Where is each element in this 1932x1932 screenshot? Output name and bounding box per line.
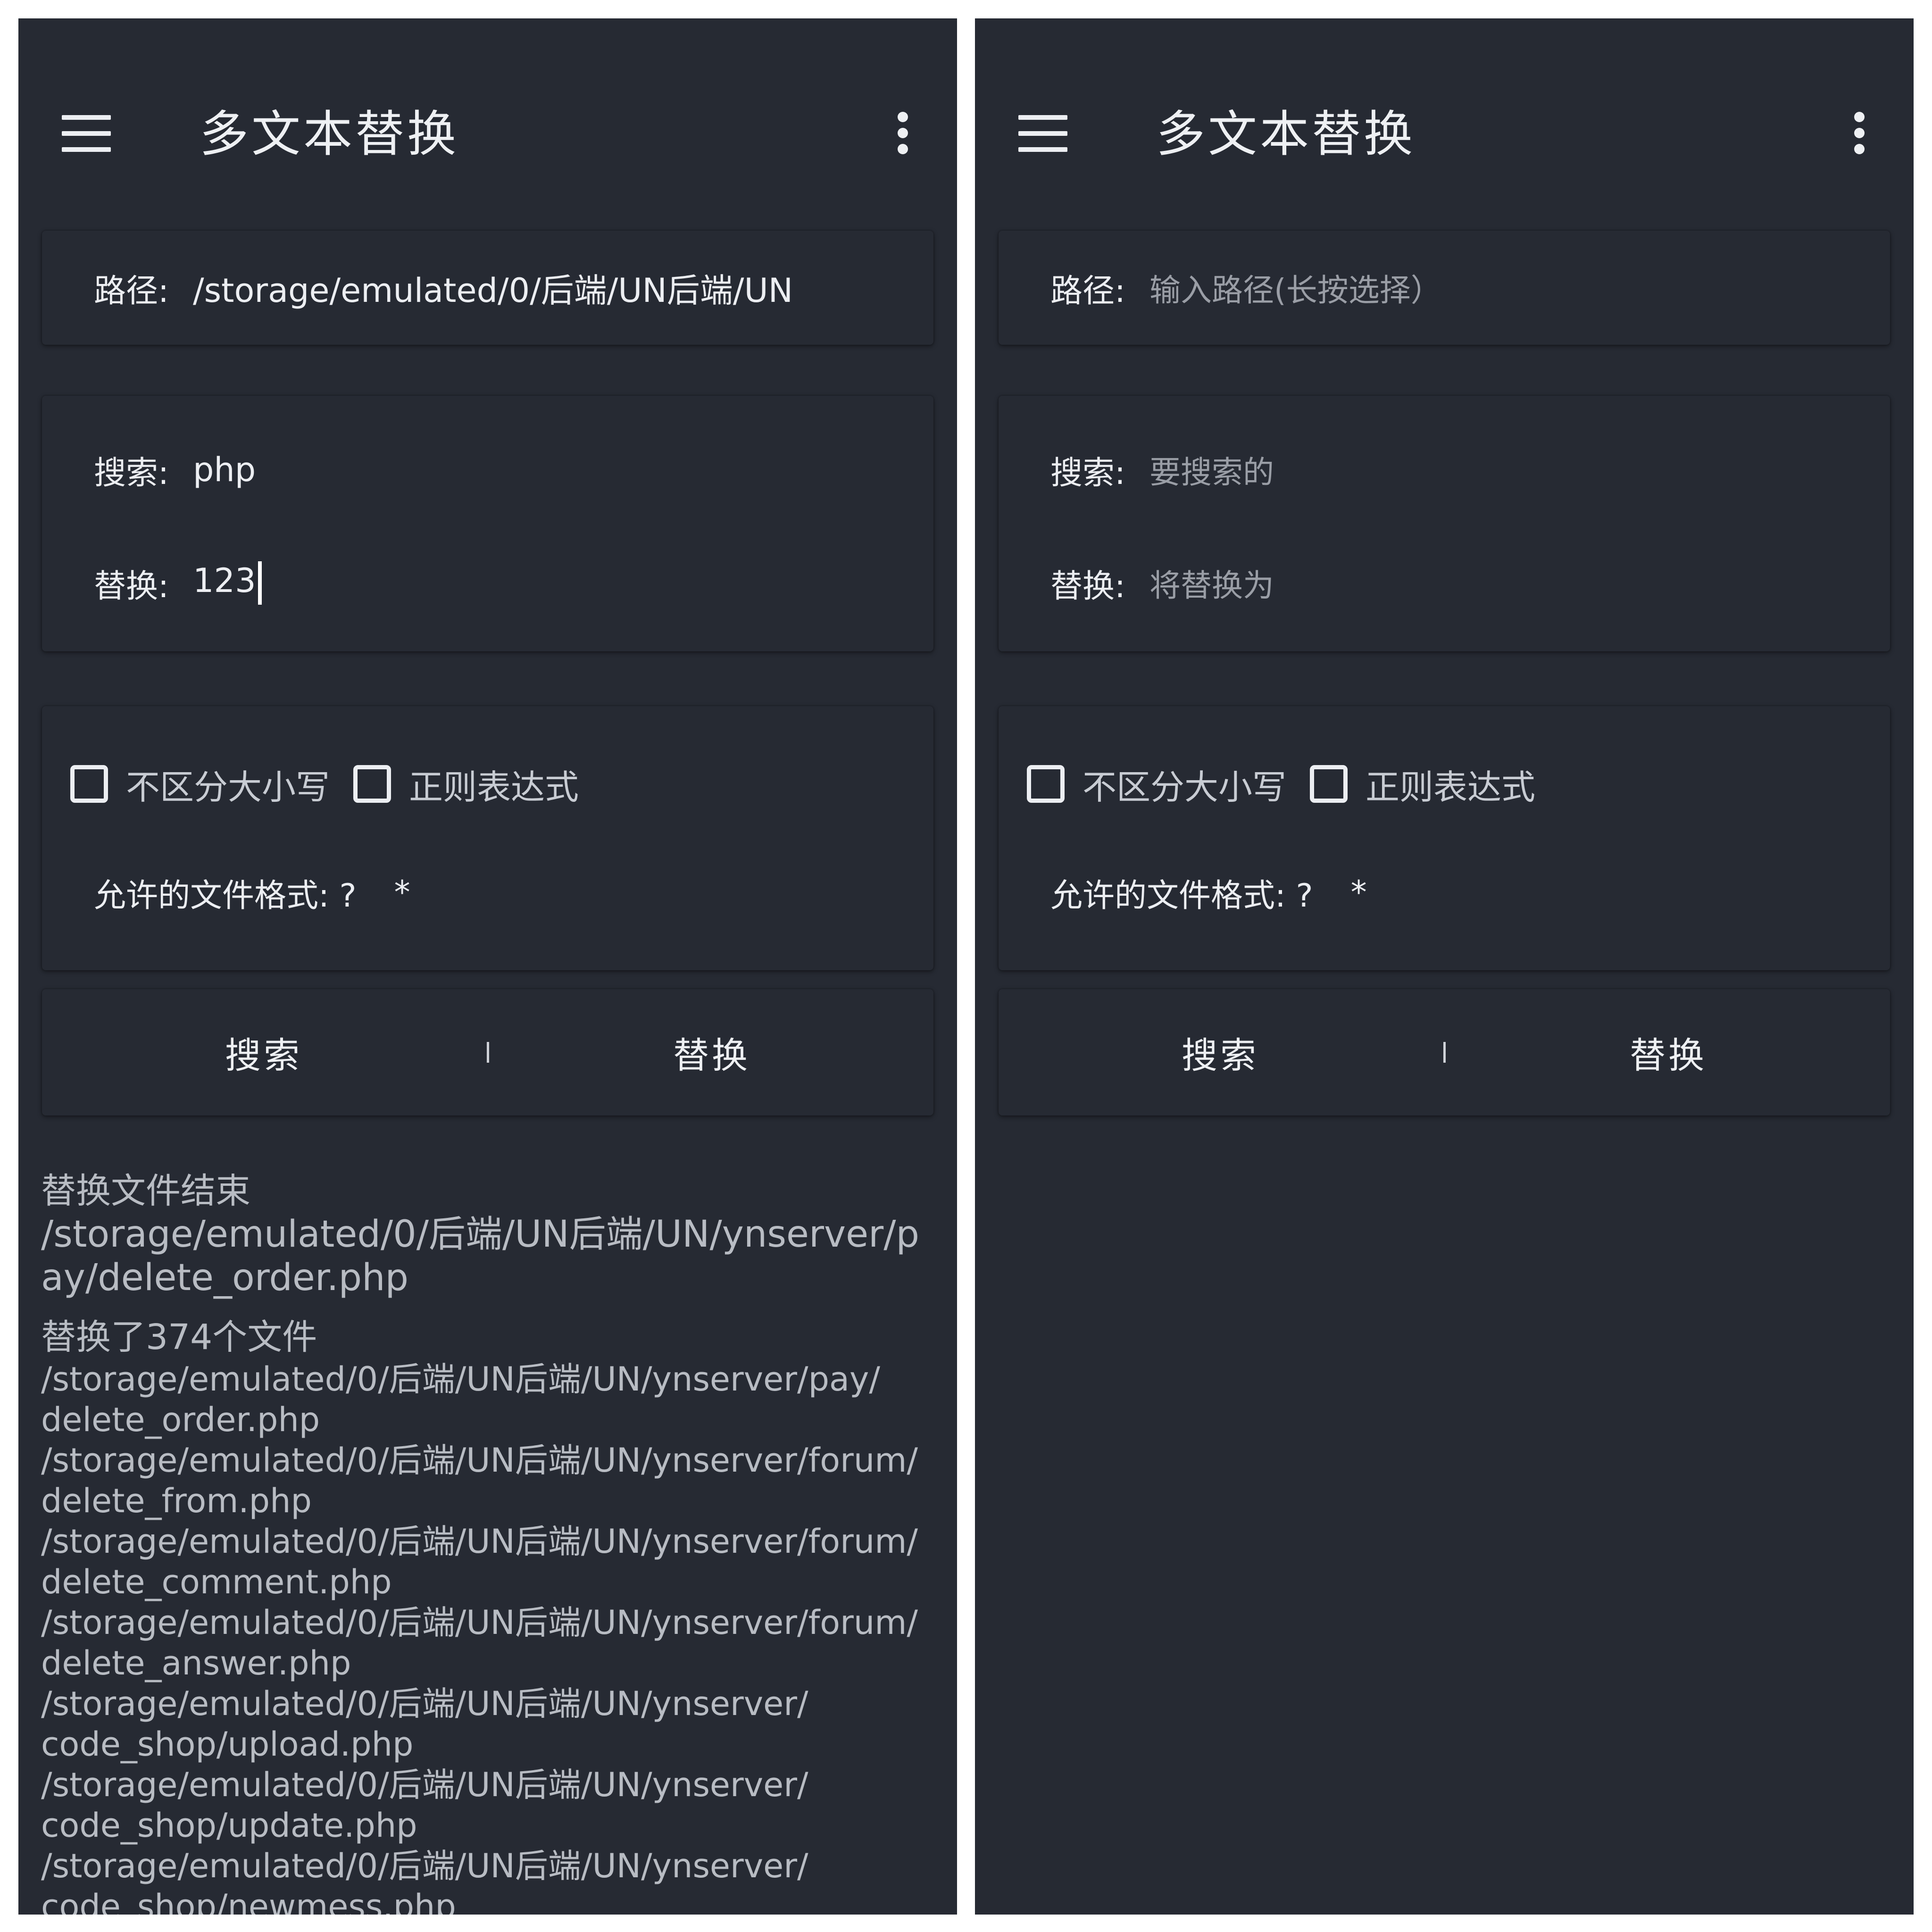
replace-input[interactable]: 123: [193, 561, 262, 605]
options-row: 不区分大小写 正则表达式: [1027, 758, 1559, 810]
log-line: /storage/emulated/0/后端/UN后端/UN/ynserver/…: [41, 1441, 918, 1480]
log-line: delete_order.php: [41, 1400, 320, 1439]
log-line: delete_from.php: [41, 1482, 312, 1520]
ignore-case-checkbox[interactable]: [1027, 765, 1065, 803]
regex-checkbox[interactable]: [353, 765, 391, 803]
search-label: 搜索:: [1050, 454, 1125, 492]
log-line: code_shop/newmess.php: [41, 1887, 456, 1915]
allowed-formats-label[interactable]: 允许的文件格式: ?: [1050, 869, 1313, 916]
log-line: delete_comment.php: [41, 1563, 392, 1601]
app-bar: 多文本替换: [975, 18, 1914, 205]
replace-label: 替换:: [1050, 567, 1125, 605]
path-row: 路径: 输入路径(长按选择）: [1050, 262, 1862, 314]
search-button[interactable]: 搜索: [42, 989, 485, 1116]
log-line: /storage/emulated/0/后端/UN后端/UN/ynserver/: [41, 1765, 808, 1804]
regex-checkbox[interactable]: [1310, 765, 1348, 803]
log-line: /storage/emulated/0/后端/UN后端/UN/ynserver/…: [41, 1522, 918, 1561]
more-vertical-icon[interactable]: [898, 112, 908, 154]
replace-label: 替换:: [94, 567, 169, 605]
options-card: 不区分大小写 正则表达式 允许的文件格式: ? *: [999, 706, 1890, 970]
replace-row: 替换: 123: [94, 557, 905, 609]
replace-row: 替换: 将替换为: [1050, 557, 1862, 609]
regex-label[interactable]: 正则表达式: [1366, 759, 1535, 809]
path-label: 路径:: [94, 272, 169, 310]
phone-screen-right: 多文本替换 路径: 输入路径(长按选择） 搜索: 要搜索的 替换: 将替换为 不…: [975, 18, 1914, 1915]
log-line: /storage/emulated/0/后端/UN后端/UN/ynserver/…: [41, 1603, 918, 1642]
log-line: code_shop/upload.php: [41, 1725, 414, 1764]
ignore-case-label[interactable]: 不区分大小写: [1083, 759, 1286, 809]
log-line: code_shop/update.php: [41, 1806, 417, 1845]
replace-input-text: 123: [193, 561, 256, 600]
search-replace-card: 搜索: 要搜索的 替换: 将替换为: [999, 396, 1890, 651]
more-vertical-icon[interactable]: [1854, 112, 1865, 154]
hamburger-menu-icon[interactable]: [1018, 115, 1067, 152]
options-row: 不区分大小写 正则表达式: [70, 758, 602, 810]
app-title: 多文本替换: [1156, 105, 1416, 163]
phone-screen-left: 多文本替换 路径: /storage/emulated/0/后端/UN后端/UN…: [18, 18, 957, 1915]
button-divider: [487, 1042, 489, 1063]
replace-button[interactable]: 替换: [1447, 989, 1890, 1116]
text-cursor: [258, 561, 262, 605]
log-last-file: /storage/emulated/0/后端/UN后端/UN/ynserver/…: [41, 1213, 920, 1299]
log-line: /storage/emulated/0/后端/UN后端/UN/ynserver/: [41, 1847, 808, 1885]
action-buttons-card: 搜索 替换: [999, 989, 1890, 1116]
search-button[interactable]: 搜索: [999, 989, 1442, 1116]
log-finish-header: 替换文件结束: [41, 1171, 250, 1211]
allowed-formats-row: 允许的文件格式: ? *: [94, 866, 410, 918]
path-input[interactable]: 输入路径(长按选择）: [1149, 265, 1442, 310]
allowed-formats-label[interactable]: 允许的文件格式: ?: [94, 869, 357, 916]
result-log: 替换文件结束 /storage/emulated/0/后端/UN后端/UN/yn…: [41, 1169, 929, 1915]
search-label: 搜索:: [94, 454, 169, 492]
search-input[interactable]: 要搜索的: [1149, 447, 1274, 492]
button-divider: [1443, 1042, 1446, 1063]
log-line: delete_answer.php: [41, 1644, 351, 1682]
log-line: /storage/emulated/0/后端/UN后端/UN/ynserver/: [41, 1684, 808, 1723]
options-card: 不区分大小写 正则表达式 允许的文件格式: ? *: [42, 706, 933, 970]
log-count-header: 替换了374个文件: [41, 1317, 317, 1357]
path-card: 路径: 输入路径(长按选择）: [999, 231, 1890, 345]
replace-button[interactable]: 替换: [490, 989, 933, 1116]
app-bar: 多文本替换: [18, 18, 957, 205]
path-card: 路径: /storage/emulated/0/后端/UN后端/UN: [42, 231, 933, 345]
allowed-formats-value[interactable]: *: [394, 874, 410, 911]
search-row: 搜索: 要搜索的: [1050, 444, 1862, 496]
search-replace-card: 搜索: php 替换: 123: [42, 396, 933, 651]
log-replaced-block: 替换了374个文件 /storage/emulated/0/后端/UN后端/UN…: [41, 1316, 929, 1915]
ignore-case-label[interactable]: 不区分大小写: [126, 759, 330, 809]
path-row: 路径: /storage/emulated/0/后端/UN后端/UN: [94, 262, 905, 314]
search-row: 搜索: php: [94, 444, 905, 496]
hamburger-menu-icon[interactable]: [62, 115, 111, 152]
action-buttons-card: 搜索 替换: [42, 989, 933, 1116]
allowed-formats-row: 允许的文件格式: ? *: [1050, 866, 1367, 918]
replace-input[interactable]: 将替换为: [1149, 560, 1274, 606]
app-title: 多文本替换: [200, 105, 459, 163]
ignore-case-checkbox[interactable]: [70, 765, 108, 803]
log-line: /storage/emulated/0/后端/UN后端/UN/ynserver/…: [41, 1360, 880, 1399]
allowed-formats-value[interactable]: *: [1351, 874, 1367, 911]
path-input[interactable]: /storage/emulated/0/后端/UN后端/UN: [193, 264, 793, 312]
regex-label[interactable]: 正则表达式: [409, 759, 579, 809]
search-input[interactable]: php: [193, 450, 256, 489]
path-label: 路径:: [1050, 272, 1125, 310]
